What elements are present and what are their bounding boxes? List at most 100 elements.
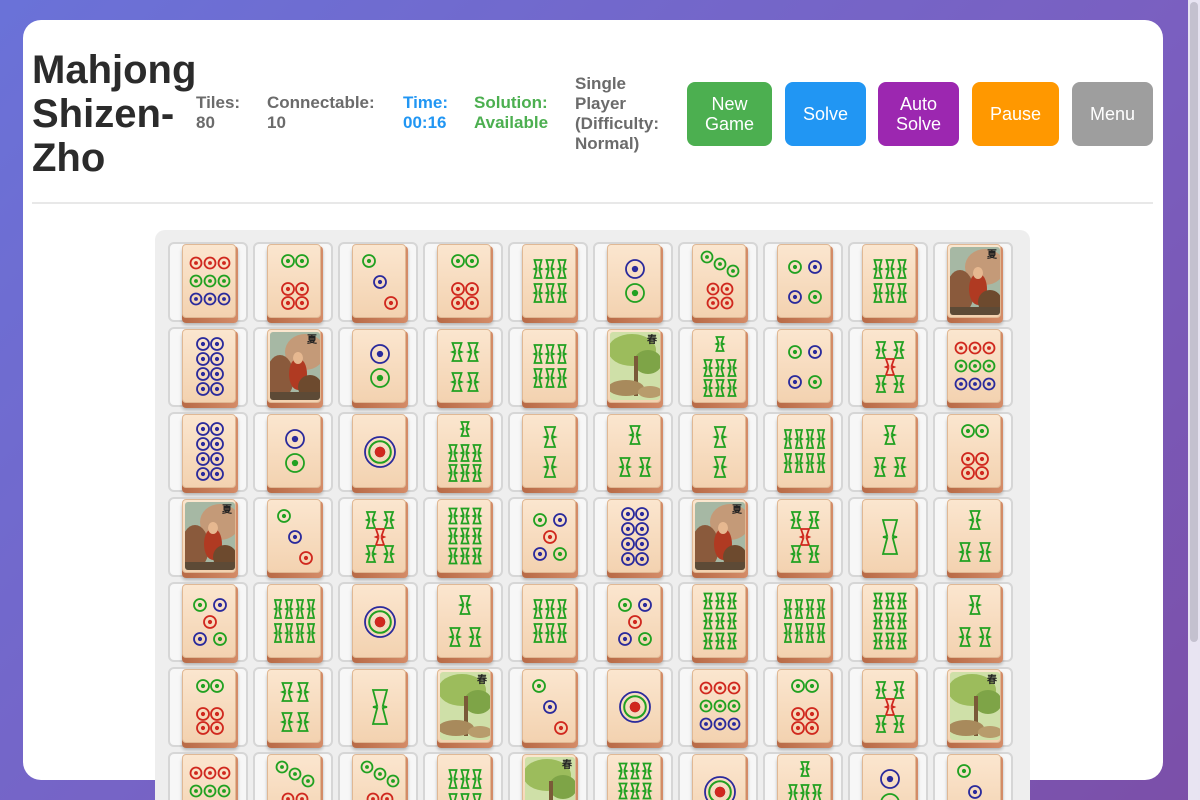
- scrollbar-thumb[interactable]: [1190, 2, 1198, 642]
- mahjong-tile-c3[interactable]: [522, 669, 576, 743]
- mahjong-tile-c2[interactable]: [352, 329, 406, 403]
- board-cell[interactable]: [593, 412, 673, 493]
- mahjong-tile-b6[interactable]: [522, 329, 576, 403]
- mahjong-tile-c8[interactable]: [182, 329, 236, 403]
- board-cell[interactable]: [593, 242, 673, 323]
- page-scrollbar[interactable]: [1188, 0, 1200, 800]
- mahjong-tile-c6[interactable]: [947, 414, 1001, 488]
- mahjong-tile-b3[interactable]: [437, 584, 491, 658]
- mahjong-tile-b5[interactable]: [862, 669, 916, 743]
- mahjong-tile-c4[interactable]: [777, 329, 831, 403]
- mahjong-tile-b8[interactable]: [777, 584, 831, 658]
- board-cell[interactable]: [593, 497, 673, 578]
- board-cell[interactable]: [593, 582, 673, 663]
- mahjong-tile-c6[interactable]: [182, 669, 236, 743]
- mahjong-tile-c6[interactable]: [777, 669, 831, 743]
- board-cell[interactable]: [678, 242, 758, 323]
- mahjong-tile-b3[interactable]: [607, 414, 661, 488]
- mahjong-tile-b6[interactable]: [862, 244, 916, 318]
- board-cell[interactable]: [508, 242, 588, 323]
- board-cell[interactable]: [253, 242, 333, 323]
- mahjong-tile-b5[interactable]: [777, 499, 831, 573]
- board-cell[interactable]: [168, 752, 248, 800]
- mahjong-tile-b9[interactable]: [692, 584, 746, 658]
- mahjong-tile-b5[interactable]: [862, 329, 916, 403]
- board-cell[interactable]: [763, 327, 843, 408]
- board-cell[interactable]: [763, 412, 843, 493]
- mahjong-tile-c8[interactable]: [182, 414, 236, 488]
- board-cell[interactable]: [338, 412, 418, 493]
- board-cell[interactable]: [933, 582, 1013, 663]
- board-cell[interactable]: [593, 667, 673, 748]
- mahjong-tile-c1[interactable]: [352, 414, 406, 488]
- mahjong-tile-c3[interactable]: [947, 754, 1001, 800]
- board-cell[interactable]: [508, 327, 588, 408]
- mahjong-tile-c9[interactable]: [182, 244, 236, 318]
- mahjong-tile-b6[interactable]: [522, 244, 576, 318]
- board-cell[interactable]: [423, 497, 503, 578]
- mahjong-tile-b4[interactable]: [437, 329, 491, 403]
- mahjong-tile-c2[interactable]: [267, 414, 321, 488]
- mahjong-tile-c9[interactable]: [947, 329, 1001, 403]
- board-cell[interactable]: 夏: [168, 497, 248, 578]
- board-cell[interactable]: [678, 412, 758, 493]
- mahjong-tile-c1[interactable]: [692, 754, 746, 800]
- board-cell[interactable]: [848, 242, 928, 323]
- board-cell[interactable]: [848, 327, 928, 408]
- auto-solve-button[interactable]: Auto Solve: [878, 82, 959, 146]
- board-cell[interactable]: [678, 582, 758, 663]
- mahjong-tile-sb[interactable]: 春: [522, 754, 576, 800]
- board-cell[interactable]: [338, 582, 418, 663]
- board-cell[interactable]: [678, 667, 758, 748]
- board-cell[interactable]: [338, 667, 418, 748]
- board-cell[interactable]: [763, 497, 843, 578]
- board-cell[interactable]: [508, 497, 588, 578]
- board-cell[interactable]: [763, 752, 843, 800]
- board-cell[interactable]: [168, 667, 248, 748]
- board-cell[interactable]: [848, 497, 928, 578]
- mahjong-tile-b3[interactable]: [947, 584, 1001, 658]
- board-cell[interactable]: 春: [508, 752, 588, 800]
- mahjong-tile-sa[interactable]: 夏: [182, 499, 236, 573]
- board-cell[interactable]: [763, 582, 843, 663]
- board-cell[interactable]: [933, 752, 1013, 800]
- mahjong-tile-c3[interactable]: [267, 499, 321, 573]
- board-cell[interactable]: [253, 667, 333, 748]
- mahjong-tile-b9[interactable]: [607, 754, 661, 800]
- mahjong-tile-c3[interactable]: [352, 244, 406, 318]
- board-cell[interactable]: 夏: [933, 242, 1013, 323]
- board-cell[interactable]: 春: [593, 327, 673, 408]
- board-cell[interactable]: [848, 582, 928, 663]
- mahjong-tile-sa[interactable]: 夏: [947, 244, 1001, 318]
- menu-button[interactable]: Menu: [1072, 82, 1153, 146]
- mahjong-tile-b2[interactable]: [692, 414, 746, 488]
- solve-button[interactable]: Solve: [785, 82, 866, 146]
- board-cell[interactable]: [763, 667, 843, 748]
- board-cell[interactable]: [253, 412, 333, 493]
- mahjong-tile-b1[interactable]: [862, 499, 916, 573]
- board-cell[interactable]: [508, 582, 588, 663]
- mahjong-tile-c5[interactable]: [522, 499, 576, 573]
- board-cell[interactable]: [763, 242, 843, 323]
- board-cell[interactable]: [508, 412, 588, 493]
- board-cell[interactable]: [423, 412, 503, 493]
- board-cell[interactable]: 春: [933, 667, 1013, 748]
- board-cell[interactable]: [933, 497, 1013, 578]
- mahjong-tile-c6[interactable]: [437, 244, 491, 318]
- mahjong-tile-b7[interactable]: [692, 329, 746, 403]
- mahjong-tile-c9[interactable]: [182, 754, 236, 800]
- board-cell[interactable]: [848, 412, 928, 493]
- mahjong-tile-c5[interactable]: [182, 584, 236, 658]
- mahjong-tile-b8[interactable]: [267, 584, 321, 658]
- mahjong-tile-sb[interactable]: 春: [437, 669, 491, 743]
- mahjong-tile-c5[interactable]: [607, 584, 661, 658]
- board-cell[interactable]: 夏: [253, 327, 333, 408]
- mahjong-tile-c1[interactable]: [607, 669, 661, 743]
- mahjong-tile-c2[interactable]: [607, 244, 661, 318]
- mahjong-tile-c8[interactable]: [607, 499, 661, 573]
- board-cell[interactable]: [678, 327, 758, 408]
- board-cell[interactable]: [933, 412, 1013, 493]
- mahjong-tile-sa[interactable]: 夏: [267, 329, 321, 403]
- mahjong-tile-b6[interactable]: [522, 584, 576, 658]
- board-cell[interactable]: 春: [423, 667, 503, 748]
